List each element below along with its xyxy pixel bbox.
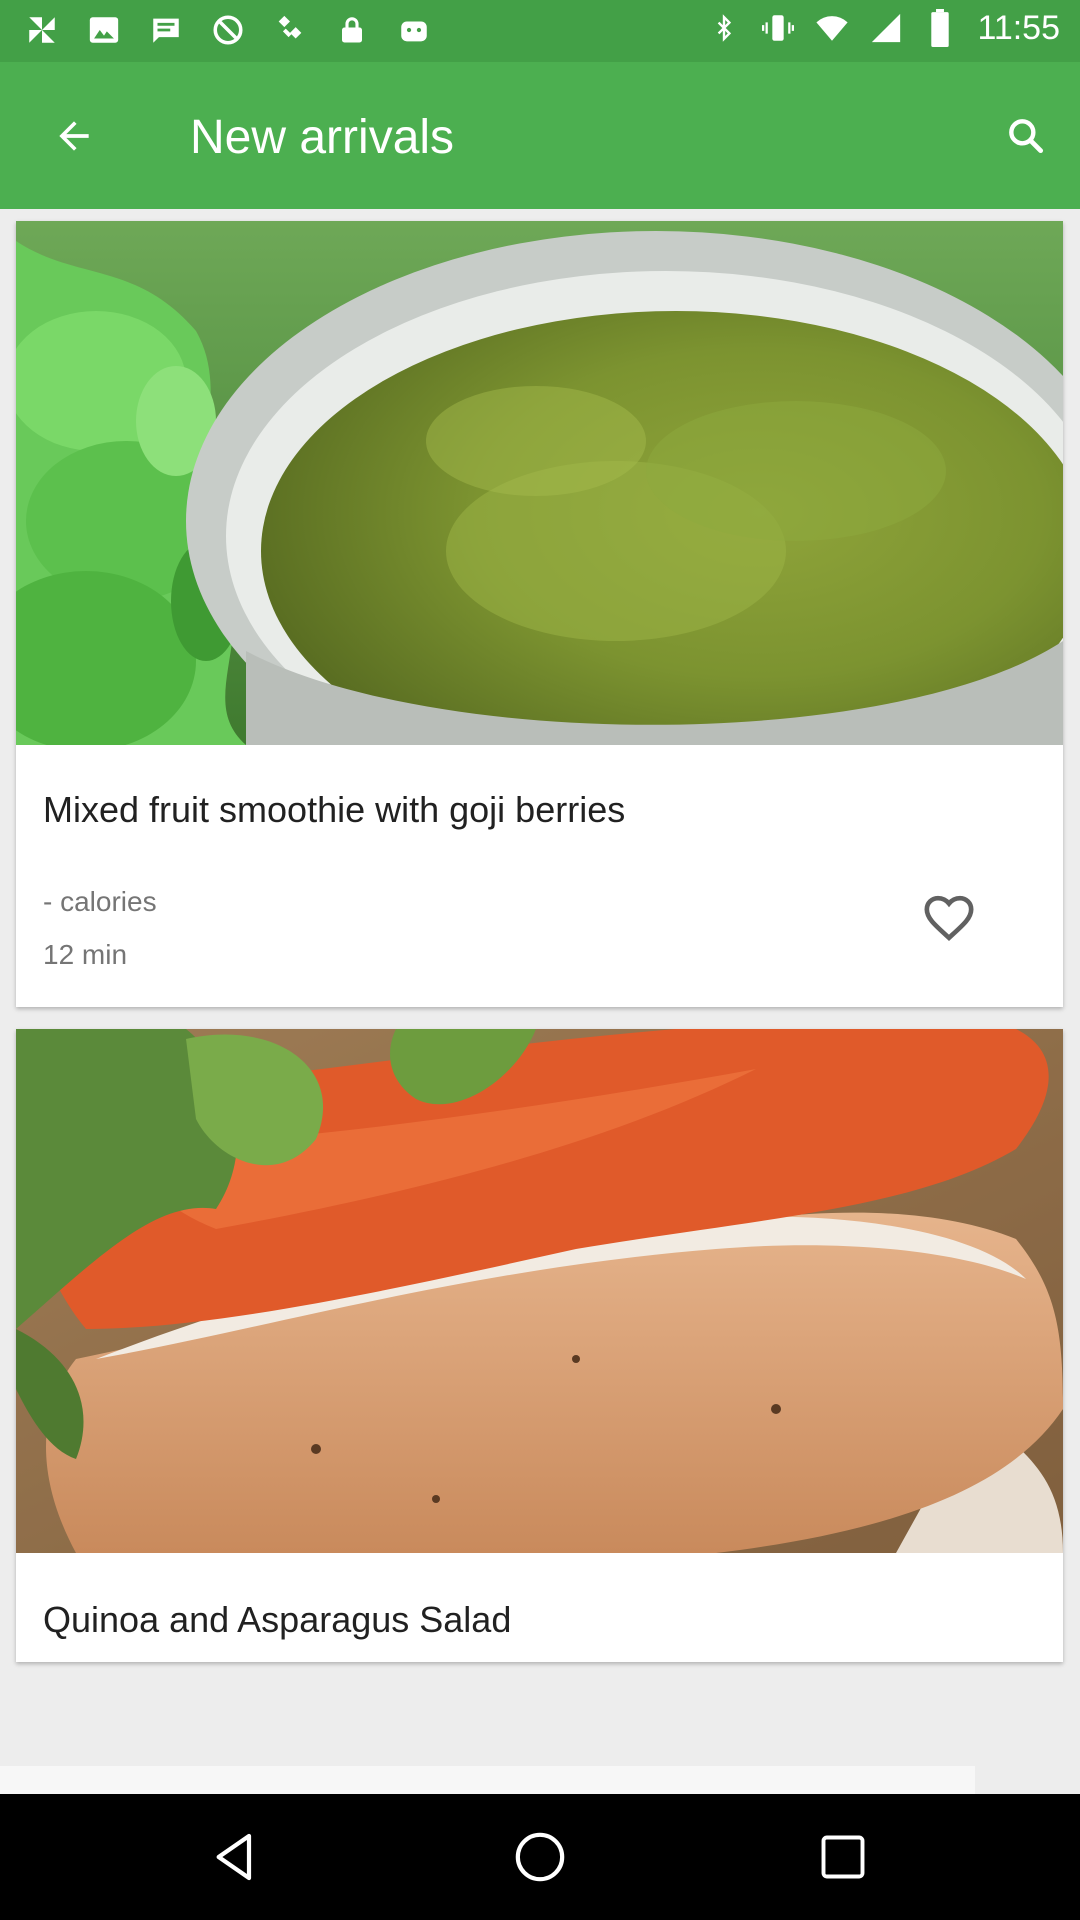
wifi-icon	[815, 8, 849, 48]
lock-icon	[334, 12, 370, 48]
app-bar: New arrivals	[0, 62, 1080, 209]
recipe-title[interactable]: Quinoa and Asparagus Salad	[43, 1599, 511, 1641]
back-triangle-icon[interactable]	[200, 1822, 270, 1892]
recents-square-icon[interactable]	[808, 1822, 878, 1892]
pinwheel-icon	[24, 12, 60, 48]
vibrate-icon	[761, 8, 795, 48]
status-bar: 11:55	[0, 0, 1080, 62]
signal-icon	[869, 8, 903, 48]
arrow-back-icon[interactable]	[42, 108, 106, 164]
battery-icon	[923, 8, 957, 48]
notification-icons	[24, 12, 432, 48]
satellite-icon	[272, 12, 308, 48]
status-time: 11:55	[977, 8, 1060, 47]
android-icon	[396, 12, 432, 48]
recipe-image-salad[interactable]	[16, 1029, 1063, 1553]
recipe-image-pesto[interactable]	[16, 221, 1063, 745]
recipe-card[interactable]: Quinoa and Asparagus Salad	[16, 1029, 1063, 1662]
photos-icon	[86, 12, 122, 48]
search-icon[interactable]	[994, 104, 1058, 168]
bottom-strip	[0, 1766, 975, 1794]
system-nav-bar	[0, 1794, 1080, 1920]
bluetooth-icon	[707, 8, 741, 48]
page-title: New arrivals	[190, 111, 455, 164]
recipe-card[interactable]: Mixed fruit smoothie with goji berries -…	[16, 221, 1063, 1007]
system-icons: 11:55	[707, 8, 1060, 48]
recipe-time: 12 min	[43, 939, 128, 970]
recipe-title[interactable]: Mixed fruit smoothie with goji berries	[43, 789, 625, 831]
home-circle-icon[interactable]	[505, 1822, 575, 1892]
heart-outline-icon[interactable]	[916, 885, 982, 951]
recipe-calories: - calories	[43, 886, 157, 917]
messages-icon	[148, 12, 184, 48]
blocked-icon	[210, 12, 246, 48]
